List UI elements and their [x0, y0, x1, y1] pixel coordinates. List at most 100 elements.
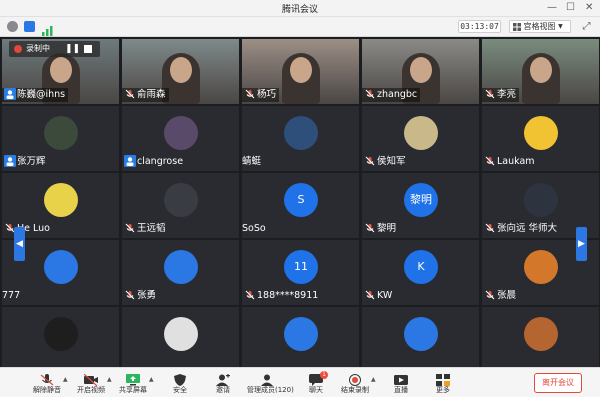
- participant-name: 黎明: [377, 223, 397, 234]
- participant-tile[interactable]: [362, 307, 479, 372]
- mic-muted-icon: [484, 222, 496, 234]
- avatar: [164, 250, 198, 284]
- next-page-button[interactable]: ▶: [576, 227, 587, 261]
- participant-name: 张万辉: [17, 156, 46, 167]
- avatar: [284, 317, 318, 351]
- participant-tile[interactable]: 俞雨森: [122, 39, 239, 104]
- mic-muted-icon: [124, 289, 136, 301]
- camera-off-icon: [83, 371, 98, 387]
- participant-tile[interactable]: 王远韬: [122, 173, 239, 238]
- mic-off-button[interactable]: 解除静音: [27, 370, 67, 397]
- maximize-icon[interactable]: ☐: [566, 2, 575, 14]
- avatar: [164, 183, 198, 217]
- bottom-toolbar: 离开会议 解除静音 ▲ 开启视频 ▲ 共享屏幕 ▲ 安全 邀请 管理成员(120) 聊天 1 结束录制…: [0, 367, 600, 397]
- caret-up-icon[interactable]: ▲: [107, 376, 112, 383]
- participant-tile[interactable]: [482, 307, 599, 372]
- participant-tile[interactable]: 杨巧: [242, 39, 359, 104]
- fullscreen-icon[interactable]: ⤢: [580, 20, 593, 33]
- participant-namebar: He Luo: [2, 222, 50, 236]
- members-button[interactable]: 管理成员(120): [247, 370, 294, 397]
- participant-tile[interactable]: [242, 307, 359, 372]
- participant-tile[interactable]: [122, 307, 239, 372]
- participant-name: 王远韬: [137, 223, 166, 234]
- participant-tile[interactable]: K KW: [362, 240, 479, 305]
- participant-tile[interactable]: 侯知军: [362, 106, 479, 171]
- participant-namebar: KW: [362, 289, 392, 303]
- toolbar-label: 安全: [173, 386, 187, 394]
- participant-name: SoSo: [242, 223, 266, 234]
- record-button[interactable]: 结束录制: [335, 370, 375, 397]
- participant-namebar: Laukam: [482, 155, 535, 169]
- close-icon[interactable]: ✕: [585, 2, 593, 14]
- share-screen-button[interactable]: 共享屏幕: [113, 370, 153, 397]
- participant-tile[interactable]: [2, 307, 119, 372]
- participant-name: KW: [377, 290, 393, 301]
- participant-tile[interactable]: 李亮: [482, 39, 599, 104]
- record-icon: [348, 371, 362, 386]
- participant-namebar: 王远韬: [122, 222, 166, 236]
- participant-tile[interactable]: zhangbc: [362, 39, 479, 104]
- participant-name: 张向远 华师大: [497, 223, 558, 234]
- mic-muted-icon: [484, 289, 496, 301]
- participant-tile[interactable]: clangrose: [122, 106, 239, 171]
- participant-name: 俞雨森: [137, 89, 166, 100]
- camera-off-button[interactable]: 开启视频: [71, 370, 111, 397]
- meeting-timer: 03:13:07: [458, 20, 501, 33]
- mic-muted-icon: [364, 222, 376, 234]
- participant-namebar: 杨巧: [242, 88, 280, 102]
- avatar: [524, 116, 558, 150]
- participant-tile[interactable]: 黎明 黎明: [362, 173, 479, 238]
- shield-icon: [173, 371, 187, 386]
- caret-up-icon[interactable]: ▲: [371, 376, 376, 383]
- invite-button[interactable]: 邀请: [203, 370, 243, 397]
- toolbar-label: 邀请: [216, 386, 230, 394]
- view-switch-button[interactable]: 宫格视图 ▼: [509, 20, 571, 33]
- prev-page-button[interactable]: ◀: [14, 227, 25, 261]
- view-label: 宫格视图: [523, 22, 556, 31]
- share-screen-icon: [126, 371, 140, 386]
- avatar: [44, 116, 78, 150]
- participant-namebar: 黎明: [362, 222, 396, 236]
- grid-icon: [513, 22, 521, 31]
- avatar: S: [284, 183, 318, 217]
- participant-namebar: SoSo: [242, 222, 266, 236]
- participant-namebar: 李亮: [482, 88, 520, 102]
- toolbar-label: 共享屏幕: [119, 386, 147, 394]
- caret-up-icon[interactable]: ▲: [149, 376, 154, 383]
- mic-muted-icon: [484, 155, 496, 167]
- participant-namebar: 张万辉: [2, 155, 46, 169]
- face: [530, 57, 552, 83]
- more-button[interactable]: 更多: [423, 370, 463, 397]
- info-icon[interactable]: [7, 21, 18, 32]
- participant-namebar: zhangbc: [362, 88, 421, 102]
- stop-recording-icon[interactable]: [84, 45, 92, 53]
- avatar: [44, 250, 78, 284]
- caret-up-icon[interactable]: ▲: [63, 376, 68, 383]
- avatar: [524, 183, 558, 217]
- face: [410, 57, 432, 83]
- toolbar-label: 开启视频: [77, 386, 105, 394]
- participant-name: Laukam: [497, 156, 535, 167]
- participant-tile[interactable]: Laukam: [482, 106, 599, 171]
- user-mic-icon: [124, 155, 136, 167]
- live-button[interactable]: 直播: [381, 370, 421, 397]
- toolbar-label: 解除静音: [33, 386, 61, 394]
- participant-tile[interactable]: 11 188****8911: [242, 240, 359, 305]
- face: [290, 57, 312, 83]
- minimize-icon[interactable]: —: [547, 2, 557, 14]
- leave-meeting-button[interactable]: 离开会议: [534, 373, 582, 393]
- avatar: K: [404, 250, 438, 284]
- chat-button[interactable]: 聊天 1: [296, 370, 336, 397]
- shield-icon[interactable]: [24, 21, 35, 32]
- participant-name: zhangbc: [377, 89, 418, 100]
- participant-tile[interactable]: 张勇: [122, 240, 239, 305]
- toolbar-label: 管理成员(120): [247, 386, 294, 394]
- shield-button[interactable]: 安全: [160, 370, 200, 397]
- participant-tile[interactable]: S SoSo: [242, 173, 359, 238]
- more-icon: [436, 371, 450, 386]
- user-mic-icon: [4, 155, 16, 167]
- avatar: [164, 317, 198, 351]
- participant-tile[interactable]: 蜻蜓: [242, 106, 359, 171]
- participant-tile[interactable]: 张万辉: [2, 106, 119, 171]
- pause-recording-icon[interactable]: ❚❚: [65, 44, 80, 54]
